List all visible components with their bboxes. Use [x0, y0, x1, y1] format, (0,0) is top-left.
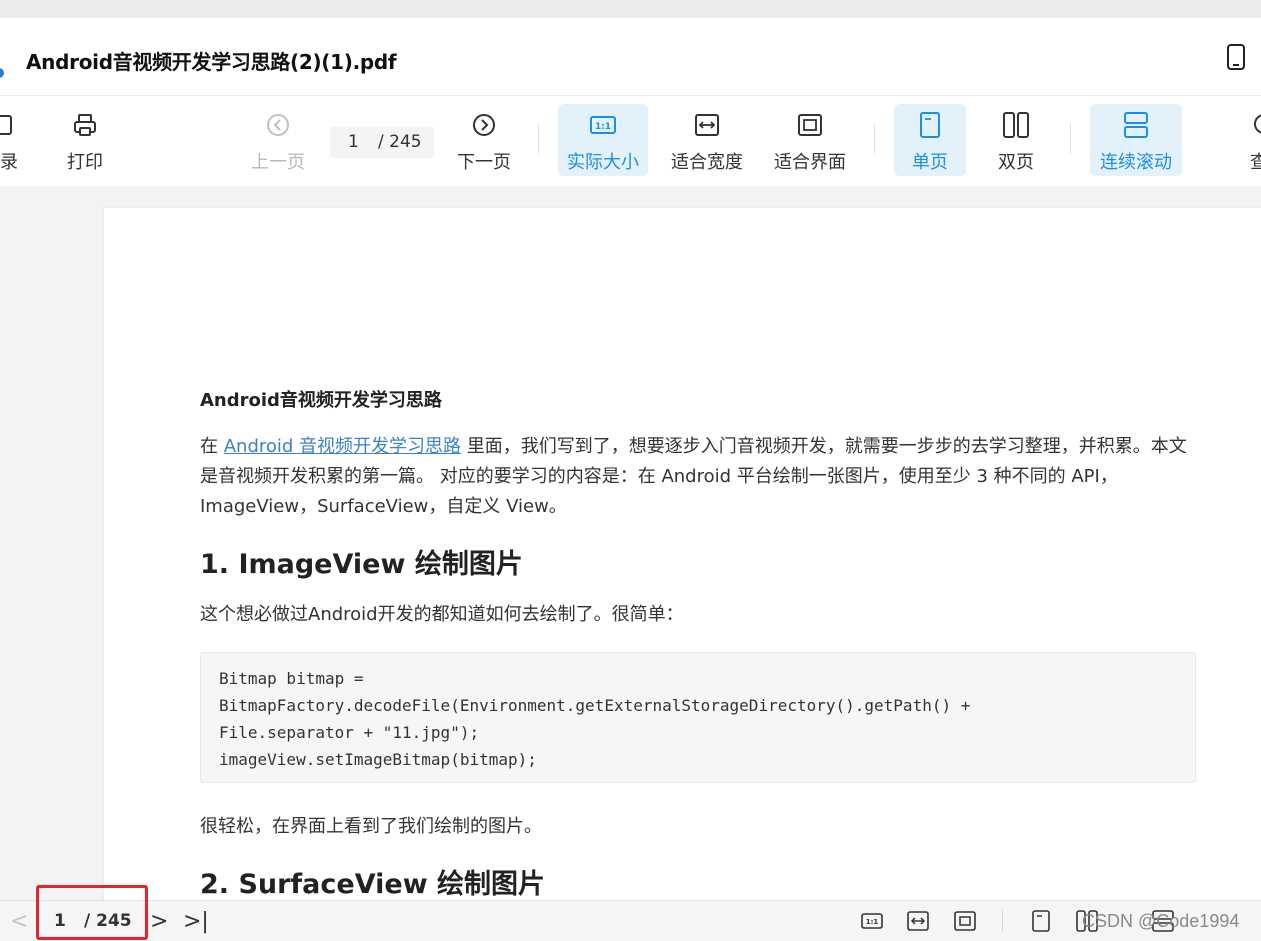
intro-paragraph: 在 Android 音视频开发学习思路 里面，我们写到了，想要逐步入门音视频开发…	[200, 432, 1196, 522]
document-heading: Android音视频开发学习思路	[200, 390, 442, 411]
single-page-label: 单页	[912, 152, 948, 173]
toc-label: 录	[0, 152, 18, 173]
status-divider	[1002, 910, 1003, 932]
section-1-paragraph: 这个想必做过Android开发的都知道如何去绘制了。很简单：	[200, 604, 684, 625]
next-page-label: 下一页	[457, 152, 511, 173]
fit-page-button[interactable]: 适合界面	[766, 104, 854, 176]
print-button[interactable]: 打印	[56, 104, 114, 176]
fit-width-button[interactable]: 适合宽度	[664, 104, 750, 176]
actual-size-label: 实际大小	[567, 152, 639, 173]
status-fit-page-icon[interactable]	[954, 910, 976, 932]
toolbar-divider	[874, 124, 875, 154]
page-number-box[interactable]: 1 / 245	[330, 126, 434, 158]
continuous-scroll-button[interactable]: 连续滚动	[1090, 104, 1182, 176]
status-prev-page-button[interactable]: <	[10, 909, 28, 934]
fit-width-icon	[695, 114, 719, 136]
double-page-button[interactable]: 双页	[980, 104, 1052, 176]
fit-width-label: 适合宽度	[671, 152, 743, 173]
printer-icon	[74, 114, 96, 136]
code-line: Bitmap bitmap =	[219, 669, 364, 688]
continuous-scroll-icon	[1124, 112, 1148, 138]
app-dot-icon	[0, 68, 4, 78]
continuous-scroll-label: 连续滚动	[1100, 152, 1172, 173]
toc-button[interactable]: 录	[0, 104, 34, 176]
code-line: File.separator + "11.jpg");	[219, 723, 480, 742]
status-bar: < 1 / 245 > >| 1:1 CSDN @Code1994	[0, 885, 1261, 941]
code-line: BitmapFactory.decodeFile(Environment.get…	[219, 696, 971, 715]
search-label: 查	[1250, 152, 1261, 173]
csdn-watermark: CSDN @Code1994	[1082, 911, 1240, 931]
section-heading-1: 1. ImageView 绘制图片	[200, 549, 523, 580]
status-fit-width-icon[interactable]	[907, 910, 929, 932]
search-button[interactable]: 查	[1238, 104, 1261, 176]
status-last-page-button[interactable]: >|	[183, 909, 209, 934]
actual-size-glyph: 1:1	[595, 122, 611, 132]
status-next-page-button[interactable]: >	[150, 909, 168, 934]
fit-page-icon	[798, 114, 822, 136]
chevron-right-circle-icon	[473, 114, 495, 136]
toolbar: 录 打印 上一页 1 / 245 下一页 1:1 实际大小 适合宽度 适合界面 …	[0, 96, 1261, 186]
document-title: Android音视频开发学习思路(2)(1).pdf	[26, 50, 397, 74]
single-page-icon	[920, 112, 940, 138]
document-viewer[interactable]: Android音视频开发学习思路 在 Android 音视频开发学习思路 里面，…	[0, 186, 1261, 900]
phone-icon[interactable]	[1226, 44, 1246, 70]
section-1-conclusion: 很轻松，在界面上看到了我们绘制的图片。	[200, 816, 542, 837]
highlight-annotation-box	[36, 885, 148, 940]
actual-size-icon: 1:1	[590, 116, 616, 134]
search-icon	[1254, 114, 1261, 134]
prev-page-button[interactable]: 上一页	[242, 104, 314, 176]
prev-page-label: 上一页	[251, 152, 305, 173]
toolbar-divider	[538, 124, 539, 154]
print-label: 打印	[67, 152, 103, 173]
current-page-input[interactable]: 1	[348, 132, 359, 152]
toolbar-divider	[1070, 124, 1071, 154]
title-bar: Android音视频开发学习思路(2)(1).pdf	[0, 18, 1261, 96]
section-heading-2: 2. SurfaceView 绘制图片	[200, 869, 546, 900]
pdf-page: Android音视频开发学习思路 在 Android 音视频开发学习思路 里面，…	[104, 208, 1261, 900]
status-actual-size-icon[interactable]: 1:1	[861, 910, 883, 932]
status-actual-size-glyph: 1:1	[866, 918, 879, 926]
code-line: imageView.setImageBitmap(bitmap);	[219, 750, 537, 769]
status-single-page-icon[interactable]	[1030, 910, 1052, 932]
next-page-button[interactable]: 下一页	[448, 104, 520, 176]
double-page-label: 双页	[998, 152, 1034, 173]
intro-prefix: 在	[200, 436, 224, 457]
actual-size-button[interactable]: 1:1 实际大小	[558, 104, 648, 176]
double-page-icon	[1003, 112, 1029, 138]
fit-page-label: 适合界面	[774, 152, 846, 173]
single-page-button[interactable]: 单页	[894, 104, 966, 176]
code-block: Bitmap bitmap = BitmapFactory.decodeFile…	[200, 652, 1196, 783]
article-link[interactable]: Android 音视频开发学习思路	[224, 436, 461, 457]
toc-icon	[0, 115, 12, 135]
top-window-strip	[0, 0, 1261, 18]
chevron-left-circle-icon	[267, 114, 289, 136]
total-pages: / 245	[378, 132, 422, 152]
